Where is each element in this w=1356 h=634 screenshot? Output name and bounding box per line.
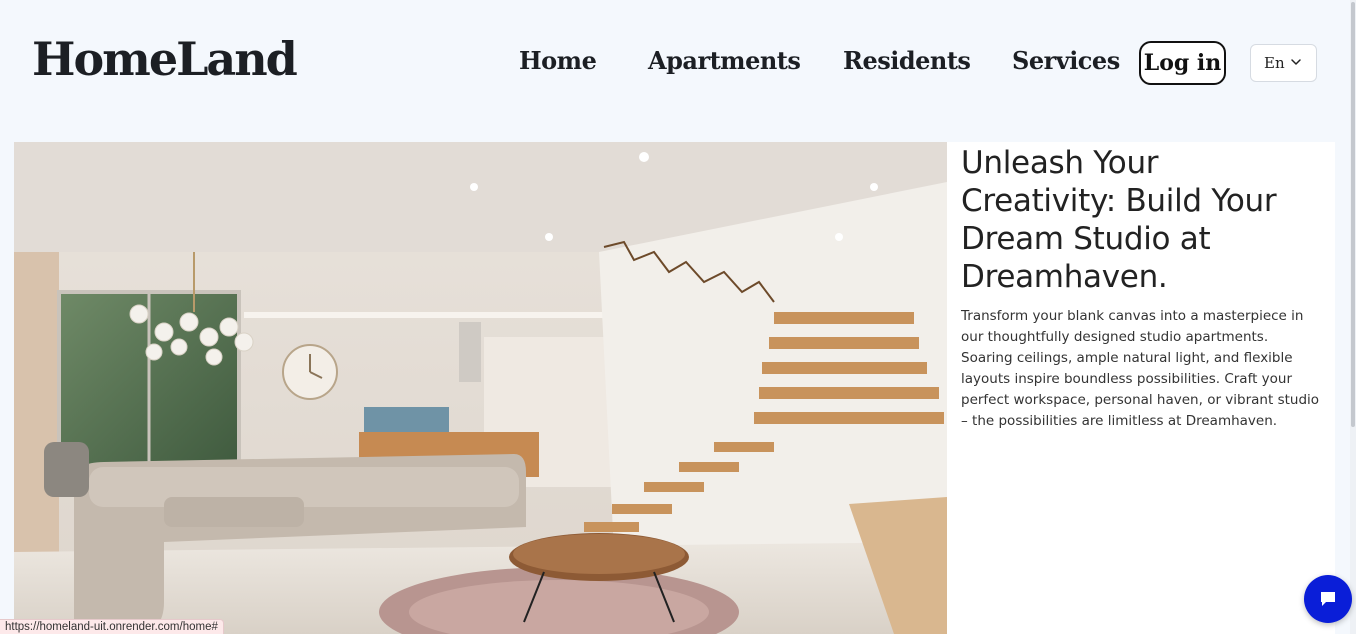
chat-button[interactable] <box>1304 575 1352 623</box>
page-scrollbar[interactable] <box>1350 0 1356 634</box>
hero-description: Transform your blank canvas into a maste… <box>961 308 1320 429</box>
nav-services-link[interactable]: Services <box>1012 46 1120 75</box>
scrollbar-thumb[interactable] <box>1351 2 1355 427</box>
chat-bubble-icon <box>1321 592 1335 606</box>
living-room-illustration <box>14 142 947 634</box>
chevron-down-icon <box>1291 59 1301 65</box>
hero-text-panel: Unleash Your Creativity: Build Your Drea… <box>947 142 1335 634</box>
login-button[interactable]: Log in <box>1139 41 1226 85</box>
hero-image <box>14 142 947 634</box>
status-bar-url: https://homeland-uit.onrender.com/home# <box>0 619 224 634</box>
language-select[interactable]: En <box>1250 44 1317 82</box>
language-select-value: En <box>1264 54 1285 72</box>
nav-residents-link[interactable]: Residents <box>843 46 971 75</box>
nav-home-link[interactable]: Home <box>519 46 597 75</box>
nav-apartments-link[interactable]: Apartments <box>648 46 801 75</box>
main-nav: Home Apartments Residents Services Log i… <box>0 40 1356 88</box>
hero-title: Unleash Your Creativity: Build Your Drea… <box>961 145 1277 295</box>
site-header: HomeLand Home Apartments Residents Servi… <box>0 0 1356 130</box>
